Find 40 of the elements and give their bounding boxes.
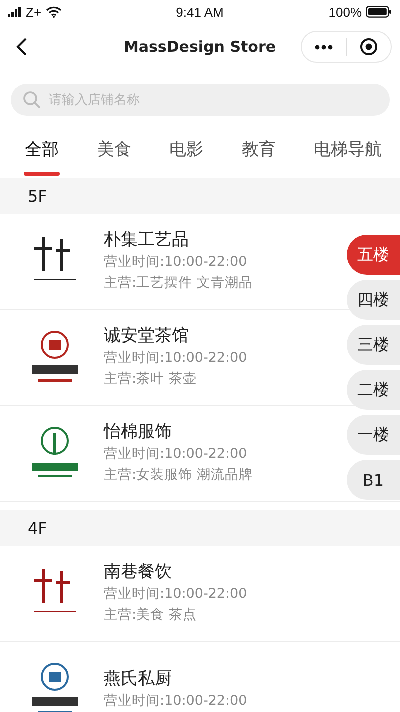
battery-percent: 100% [328, 4, 362, 20]
store-name: 南巷餐饮 [104, 561, 173, 584]
wifi-icon [46, 6, 62, 18]
floor-button[interactable]: B1 [347, 460, 400, 500]
store-category: 主营:美食 茶点 [104, 606, 198, 625]
store-name: 燕氏私厨 [104, 668, 173, 690]
store-hours: 营业时间:10:00-22:00 [104, 253, 248, 272]
floor-button[interactable]: 四楼 [347, 280, 400, 320]
active-tab-underline [24, 172, 60, 176]
store-name: 朴集工艺品 [104, 229, 190, 252]
category-tab[interactable]: 美食 [97, 126, 132, 178]
store-hours: 营业时间:10:00-22:00 [104, 585, 248, 604]
more-icon [315, 44, 333, 50]
battery-icon [366, 6, 392, 18]
floor-header: 5F [28, 186, 48, 206]
floor-button[interactable]: 五楼 [347, 235, 400, 275]
floor-button[interactable]: 三楼 [347, 325, 400, 365]
signal-icon [8, 7, 22, 17]
search-icon [23, 91, 41, 109]
floor-button[interactable]: 二楼 [347, 370, 400, 410]
store-category: 主营:茶叶 茶壶 [104, 370, 198, 389]
floor-button[interactable]: 一楼 [347, 415, 400, 455]
store-hours: 营业时间:10:00-22:00 [104, 349, 248, 368]
store-hours: 营业时间:10:00-22:00 [104, 445, 248, 464]
floor-header: 4F [28, 518, 48, 538]
category-tab[interactable]: 全部 [25, 126, 59, 178]
store-category: 主营:工艺摆件 文青潮品 [104, 274, 253, 293]
page-title: MassDesign Store [124, 38, 276, 56]
store-hours: 营业时间:10:00-22:00 [104, 692, 248, 710]
store-category: 主营:女装服饰 潮流品牌 [104, 466, 253, 485]
back-icon [16, 37, 28, 57]
category-tab[interactable]: 教育 [242, 126, 276, 178]
store-name: 诚安堂茶馆 [104, 325, 190, 348]
category-tab[interactable]: 电影 [170, 126, 204, 178]
store-name: 怡棉服饰 [104, 421, 173, 444]
category-tab[interactable]: 电梯导航 [314, 126, 382, 178]
clock-time: 9:41 AM [176, 4, 224, 20]
target-icon [360, 38, 378, 56]
carrier-name: Z+ [26, 4, 42, 20]
search-field[interactable]: 请输入店铺名称 [11, 84, 390, 116]
